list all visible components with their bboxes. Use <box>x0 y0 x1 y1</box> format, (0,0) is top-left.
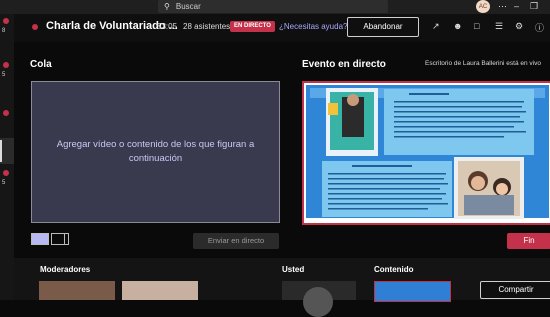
moderator-video[interactable] <box>122 281 198 300</box>
attendee-count: 28 asistentes <box>183 22 231 31</box>
search-icon: ⚲ <box>164 2 170 11</box>
avatar <box>303 287 333 317</box>
minimize-icon[interactable]: – <box>514 1 519 11</box>
live-status-badge: EN DIRECTO <box>230 21 275 32</box>
search-input[interactable]: ⚲ Buscar <box>158 0 388 13</box>
notification-dot <box>3 62 9 68</box>
restore-icon[interactable]: ❐ <box>530 1 538 12</box>
split-layout-button[interactable] <box>51 233 69 245</box>
moderator-video[interactable] <box>39 281 115 300</box>
send-live-button[interactable]: Enviar en directo <box>193 233 279 249</box>
you-heading: Usted <box>282 265 305 274</box>
queue-drop-area[interactable]: Agregar vídeo o contenido de los que fig… <box>31 81 280 223</box>
rail-badge: 5 <box>2 180 6 186</box>
rail-item-active[interactable] <box>0 138 14 164</box>
notification-dot <box>3 18 9 24</box>
health-icon[interactable]: ↗ <box>432 21 440 32</box>
meeting-timer: 53:05 <box>157 22 178 31</box>
rail-badge: 5 <box>2 72 6 78</box>
live-event-heading: Evento en directo <box>302 59 386 70</box>
notes-icon[interactable]: ☰ <box>495 21 503 32</box>
avatar[interactable]: AC <box>476 0 490 13</box>
help-link[interactable]: ¿Necesitas ayuda? <box>279 22 347 31</box>
queue-heading: Cola <box>30 59 52 70</box>
share-button[interactable]: Compartir <box>480 281 550 299</box>
chat-icon[interactable]: □ <box>474 21 479 31</box>
more-options-icon[interactable]: ⋯ <box>498 1 507 12</box>
info-icon[interactable]: ⓘ <box>535 21 544 34</box>
leave-button[interactable]: Abandonar <box>347 17 419 37</box>
recording-icon <box>32 24 38 30</box>
rail-active-indicator <box>0 140 2 162</box>
notification-dot <box>3 110 9 116</box>
search-placeholder: Buscar <box>175 2 201 11</box>
end-event-button[interactable]: Fin <box>507 233 550 249</box>
single-layout-button[interactable] <box>31 233 49 245</box>
screen-share-note: Escritorio de Laura Ballerini está en vi… <box>425 60 541 67</box>
settings-icon[interactable]: ⚙ <box>515 21 523 32</box>
queue-empty-text: Agregar vídeo o contenido de los que fig… <box>56 139 255 164</box>
rail-badge: 8 <box>2 28 6 34</box>
content-thumbnail[interactable] <box>374 281 451 302</box>
content-heading: Contenido <box>374 265 414 274</box>
moderators-heading: Moderadores <box>40 265 91 274</box>
notification-dot <box>3 170 9 176</box>
live-preview <box>302 81 550 225</box>
participants-icon[interactable]: ☻ <box>453 21 462 31</box>
shared-slide-image <box>304 83 550 223</box>
